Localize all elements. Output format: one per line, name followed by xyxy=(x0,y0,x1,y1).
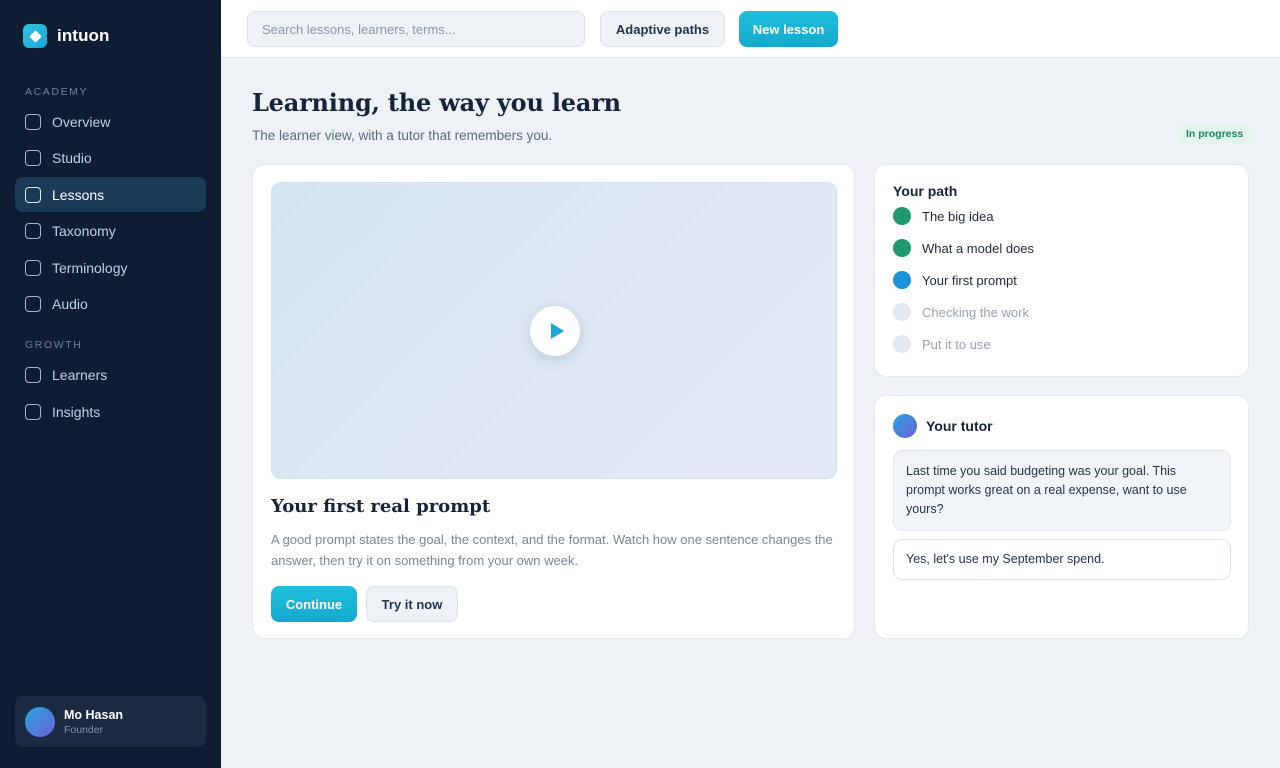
user-role: Founder xyxy=(64,723,104,736)
status-badge: In progress xyxy=(1177,124,1253,144)
sidebar-item-terminology[interactable]: Terminology xyxy=(15,250,206,285)
play-icon xyxy=(550,323,564,339)
path-heading: Your path xyxy=(893,183,958,199)
user-info: Mo Hasan Founder xyxy=(64,708,123,736)
checkbox-icon xyxy=(25,366,41,383)
sidebar-item-label: Overview xyxy=(52,113,111,130)
continue-button[interactable]: Continue xyxy=(271,586,357,622)
checkbox-icon xyxy=(25,186,41,203)
user-card[interactable]: Mo Hasan Founder xyxy=(15,696,206,747)
try-it-now-button[interactable]: Try it now xyxy=(366,586,458,622)
lesson-title: Your first real prompt xyxy=(271,496,491,517)
brand[interactable]: intuon xyxy=(23,24,110,48)
path-step[interactable]: Your first prompt xyxy=(893,271,1017,289)
path-step[interactable]: The big idea xyxy=(893,207,994,225)
checkbox-icon xyxy=(25,403,41,420)
play-button[interactable] xyxy=(530,306,580,356)
sidebar: intuon ACADEMY Overview Studio Lessons T… xyxy=(0,0,221,768)
sidebar-item-label: Lessons xyxy=(52,186,105,203)
lesson-description: A good prompt states the goal, the conte… xyxy=(271,532,833,568)
new-lesson-button[interactable]: New lesson xyxy=(739,11,838,47)
step-done-icon xyxy=(893,239,911,257)
suggested-reply[interactable]: Yes, let's use my September spend. xyxy=(893,539,1231,580)
lesson-card: Your first real prompt A good prompt sta… xyxy=(252,164,855,639)
page-title: Learning, the way you learn xyxy=(252,88,621,117)
topbar: Adaptive paths New lesson xyxy=(221,0,1280,58)
checkbox-icon xyxy=(25,222,41,239)
video-player[interactable] xyxy=(271,182,837,479)
logo-icon xyxy=(23,24,47,48)
path-step-label: The big idea xyxy=(922,208,994,224)
tutor-message: Last time you said budgeting was your go… xyxy=(893,450,1231,531)
adaptive-paths-button[interactable]: Adaptive paths xyxy=(600,11,725,47)
step-todo-icon xyxy=(893,335,911,353)
checkbox-icon xyxy=(25,113,41,130)
avatar xyxy=(25,706,55,737)
step-current-icon xyxy=(893,271,911,289)
sidebar-item-insights[interactable]: Insights xyxy=(15,394,206,429)
step-done-icon xyxy=(893,207,911,225)
step-todo-icon xyxy=(893,303,911,321)
sidebar-item-label: Studio xyxy=(52,149,92,166)
sidebar-item-taxonomy[interactable]: Taxonomy xyxy=(15,213,206,248)
sidebar-item-overview[interactable]: Overview xyxy=(15,104,206,139)
section-label-academy: ACADEMY xyxy=(25,86,89,98)
tutor-heading: Your tutor xyxy=(926,418,993,434)
page-subtitle: The learner view, with a tutor that reme… xyxy=(252,128,553,143)
sidebar-item-audio[interactable]: Audio xyxy=(15,286,206,321)
path-step[interactable]: Checking the work xyxy=(893,303,1029,321)
sidebar-item-learners[interactable]: Learners xyxy=(15,357,206,392)
section-label-growth: GROWTH xyxy=(25,339,83,351)
path-card: Your path The big idea What a model does… xyxy=(874,164,1249,377)
path-step-label: What a model does xyxy=(922,240,1035,256)
checkbox-icon xyxy=(25,259,41,276)
sidebar-item-studio[interactable]: Studio xyxy=(15,140,206,175)
path-step-label: Checking the work xyxy=(922,304,1029,320)
sidebar-item-label: Audio xyxy=(52,295,88,312)
path-step-label: Put it to use xyxy=(922,336,991,352)
checkbox-icon xyxy=(25,149,41,166)
sidebar-item-label: Terminology xyxy=(52,259,128,276)
sidebar-item-lessons[interactable]: Lessons xyxy=(15,177,206,212)
sidebar-item-label: Learners xyxy=(52,366,108,383)
sidebar-item-label: Taxonomy xyxy=(52,222,116,239)
brand-name: intuon xyxy=(57,26,110,45)
search-input[interactable] xyxy=(247,11,585,47)
path-step-label: Your first prompt xyxy=(922,272,1017,288)
user-name: Mo Hasan xyxy=(64,707,124,722)
sidebar-item-label: Insights xyxy=(52,403,101,420)
path-step[interactable]: Put it to use xyxy=(893,335,991,353)
checkbox-icon xyxy=(25,295,41,312)
path-step[interactable]: What a model does xyxy=(893,239,1034,257)
tutor-avatar xyxy=(893,414,917,438)
tutor-card: Your tutor Last time you said budgeting … xyxy=(874,395,1249,639)
